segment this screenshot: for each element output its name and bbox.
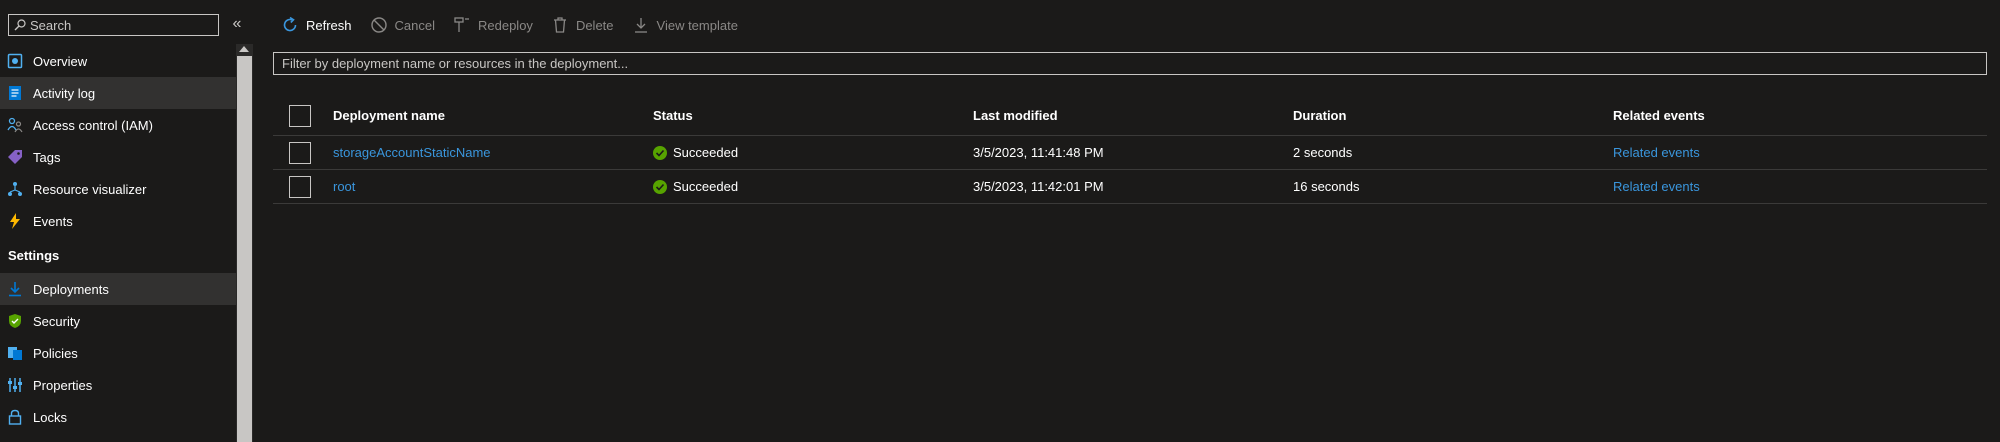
sidebar-item-label: Properties (33, 377, 93, 393)
trash-icon (551, 16, 569, 34)
delete-button[interactable]: Delete (551, 16, 614, 34)
sidebar-item-label: Activity log (33, 85, 96, 101)
redeploy-icon (453, 16, 471, 34)
sidebar-search-input[interactable] (30, 17, 210, 33)
shield-icon (7, 313, 23, 329)
last-modified-cell: 3/5/2023, 11:41:48 PM (973, 145, 1104, 160)
table-header-row: Deployment name Status Last modified Dur… (273, 96, 1987, 136)
sidebar-search[interactable] (8, 14, 219, 36)
double-chevron-left-icon: « (232, 15, 242, 32)
hierarchy-icon (7, 181, 23, 197)
header-last-modified[interactable]: Last modified (973, 108, 1293, 123)
delete-label: Delete (575, 17, 614, 33)
deployment-filter[interactable] (273, 52, 1987, 75)
activity-log-icon (7, 85, 23, 101)
lock-icon (7, 409, 23, 425)
sidebar-item-label: Policies (33, 345, 78, 361)
sidebar-item-label: Access control (IAM) (33, 117, 153, 133)
cancel-icon (370, 16, 388, 34)
header-related-events[interactable]: Related events (1613, 108, 1913, 123)
select-all-cell (273, 104, 333, 127)
people-icon (7, 117, 23, 133)
sidebar: « Overview Activity log Access control (… (0, 0, 253, 442)
sidebar-item-locks[interactable]: Locks (0, 401, 236, 433)
sidebar-item-security[interactable]: Security (0, 305, 236, 337)
status-cell: Succeeded (653, 179, 973, 194)
deployments-icon (7, 281, 23, 297)
sidebar-item-label: Locks (33, 409, 67, 425)
duration-cell: 16 seconds (1293, 179, 1360, 194)
status-text: Succeeded (673, 179, 739, 194)
sidebar-item-access-control[interactable]: Access control (IAM) (0, 109, 236, 141)
sidebar-scrollbar-thumb[interactable] (237, 56, 252, 442)
sidebar-item-label: Security (33, 313, 80, 329)
main-content: Refresh Cancel Redeploy Delete View temp… (273, 0, 2000, 442)
command-bar: Refresh Cancel Redeploy Delete View temp… (281, 12, 756, 38)
header-deployment-name[interactable]: Deployment name (333, 108, 653, 123)
duration-cell: 2 seconds (1293, 145, 1353, 160)
sidebar-item-label: Tags (33, 149, 61, 165)
row-select-cell (273, 175, 333, 198)
table-row[interactable]: storageAccountStaticName Succeeded 3/5/2… (273, 136, 1987, 170)
sidebar-item-properties[interactable]: Properties (0, 369, 236, 401)
deployment-filter-input[interactable] (274, 53, 1986, 74)
sidebar-item-label: Events (33, 213, 73, 229)
success-check-icon (653, 179, 667, 194)
search-icon (14, 19, 26, 31)
status-cell: Succeeded (653, 145, 973, 160)
sidebar-item-resource-visualizer[interactable]: Resource visualizer (0, 173, 236, 205)
view-template-label: View template (656, 17, 738, 33)
download-icon (632, 16, 650, 34)
policies-icon (7, 345, 23, 361)
scroll-up-arrow-icon[interactable] (239, 46, 249, 52)
header-status[interactable]: Status (653, 108, 973, 123)
redeploy-label: Redeploy (478, 17, 533, 33)
last-modified-cell: 3/5/2023, 11:42:01 PM (973, 179, 1104, 194)
refresh-icon (281, 16, 299, 34)
sidebar-section-settings: Settings (8, 247, 60, 263)
sidebar-item-policies[interactable]: Policies (0, 337, 236, 369)
sidebar-item-tags[interactable]: Tags (0, 141, 236, 173)
deployments-table: Deployment name Status Last modified Dur… (273, 96, 1987, 204)
status-text: Succeeded (673, 145, 739, 160)
success-check-icon (653, 145, 667, 160)
sidebar-item-label: Deployments (33, 281, 109, 297)
row-select-cell (273, 141, 333, 164)
overview-icon (7, 53, 23, 69)
lightning-icon (7, 213, 23, 229)
sidebar-item-overview[interactable]: Overview (0, 45, 236, 77)
collapse-sidebar-button[interactable]: « (228, 14, 246, 36)
deployment-name-link[interactable]: root (333, 179, 653, 194)
sidebar-nav: Overview Activity log Access control (IA… (0, 45, 236, 433)
sidebar-item-label: Overview (33, 53, 88, 69)
redeploy-button[interactable]: Redeploy (453, 16, 533, 34)
cancel-label: Cancel (394, 17, 435, 33)
header-duration[interactable]: Duration (1293, 108, 1613, 123)
refresh-button[interactable]: Refresh (281, 16, 352, 34)
sidebar-item-events[interactable]: Events (0, 205, 236, 237)
related-events-link[interactable]: Related events (1613, 145, 1913, 160)
table-row[interactable]: root Succeeded 3/5/2023, 11:42:01 PM 16 … (273, 170, 1987, 204)
app-window: « Overview Activity log Access control (… (0, 0, 2000, 442)
sidebar-item-label: Resource visualizer (33, 181, 147, 197)
sidebar-item-deployments[interactable]: Deployments (0, 273, 236, 305)
sidebar-item-activity-log[interactable]: Activity log (0, 77, 236, 109)
select-all-checkbox[interactable] (289, 104, 311, 127)
properties-icon (7, 377, 23, 393)
row-checkbox[interactable] (289, 175, 311, 198)
deployment-name-link[interactable]: storageAccountStaticName (333, 145, 653, 160)
cancel-button[interactable]: Cancel (370, 16, 435, 34)
row-checkbox[interactable] (289, 141, 311, 164)
refresh-label: Refresh (306, 17, 352, 33)
tag-icon (7, 149, 23, 165)
related-events-link[interactable]: Related events (1613, 179, 1913, 194)
view-template-button[interactable]: View template (632, 16, 738, 34)
